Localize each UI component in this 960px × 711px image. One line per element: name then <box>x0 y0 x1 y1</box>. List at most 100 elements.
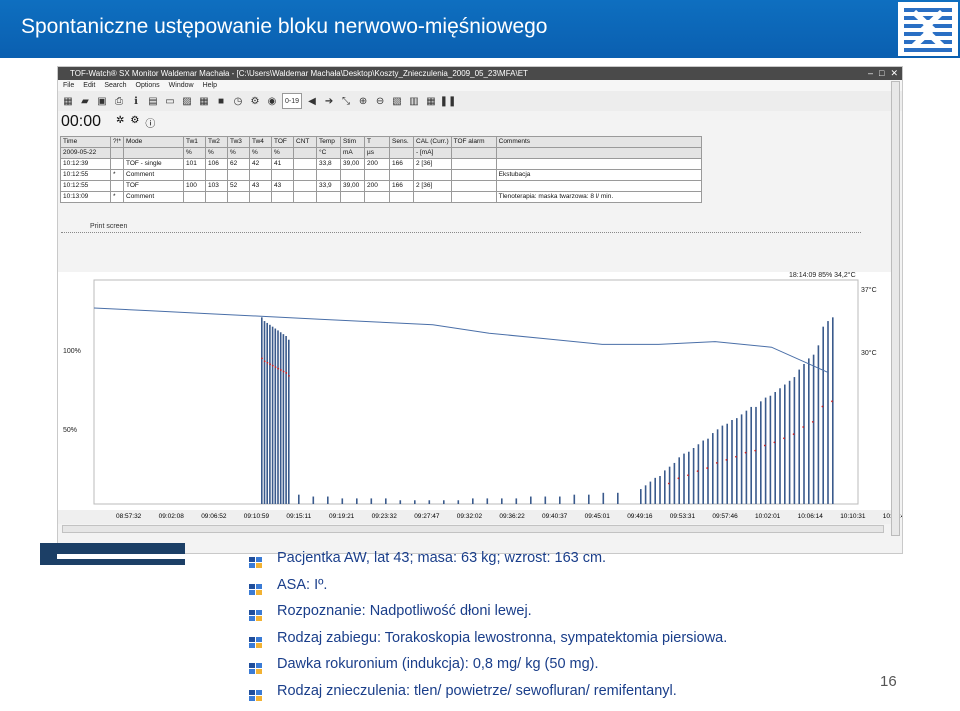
col-t[interactable]: T <box>364 136 390 148</box>
col-mode[interactable]: Mode <box>123 136 184 148</box>
maximize-icon[interactable]: □ <box>879 67 884 80</box>
clock-icon[interactable]: ◷ <box>231 94 245 108</box>
tof-ratio-point <box>821 405 824 408</box>
time-tick-label: 09:02:08 <box>158 513 184 520</box>
col-tw1[interactable]: Tw1 <box>183 136 206 148</box>
time-tick-label: 09:32:02 <box>456 513 483 520</box>
tof-bar <box>750 406 752 504</box>
bullet-icon <box>249 552 262 568</box>
print-screen-label[interactable]: Print screen <box>90 223 127 230</box>
col-cnt[interactable]: CNT <box>293 136 317 148</box>
table-row[interactable]: 10:12:39 TOF - single 101 106 62 42 41 33,8 39,0… <box>60 158 702 170</box>
minimize-icon[interactable]: – <box>868 67 873 80</box>
zoom-out-icon[interactable]: ⊖ <box>373 94 387 108</box>
col-temp[interactable]: Temp <box>316 136 341 148</box>
col-sens[interactable]: Sens. <box>389 136 414 148</box>
table-row[interactable]: 10:12:55 * Comment Ekstubacja <box>60 169 702 181</box>
info-icon[interactable]: ℹ <box>129 94 143 108</box>
temperature-line <box>93 307 829 373</box>
table-cell: 166 <box>389 180 414 192</box>
close-icon[interactable]: ✕ <box>890 67 898 80</box>
tof-bar <box>731 420 733 504</box>
bullet-item: Rozpoznanie: Nadpotliwość dłoni lewej. <box>247 598 727 625</box>
layout-icon[interactable]: ▦ <box>424 94 438 108</box>
tof-bar <box>716 429 719 504</box>
tof-bar <box>793 377 796 504</box>
col-tw2[interactable]: Tw2 <box>205 136 228 148</box>
table-cell: 62 <box>227 158 250 170</box>
tof-bar <box>472 498 474 504</box>
window-icon[interactable]: ▭ <box>163 94 177 108</box>
col-tw3[interactable]: Tw3 <box>227 136 250 148</box>
table-row[interactable]: 10:13:09 * Comment Tlenoterapia: maska twar… <box>60 191 702 203</box>
tof-bar <box>266 322 268 504</box>
table-row[interactable]: 10:12:55 TOF 100 103 52 43 43 33,9 39,00 200 166 2 … <box>60 180 702 192</box>
tof-bar <box>659 476 661 504</box>
table-icon[interactable]: ▦ <box>197 94 211 108</box>
tof-bar <box>312 496 315 504</box>
table-header-row: Time ?!* Mode Tw1 Tw2 Tw3 Tw4 TOF CNT Te… <box>60 136 702 148</box>
table-cell <box>413 191 452 203</box>
col-tw4[interactable]: Tw4 <box>249 136 272 148</box>
tof-bar <box>515 498 518 504</box>
tof-ratio-point <box>667 482 670 485</box>
table-cell: 39,00 <box>340 180 365 192</box>
tof-bar <box>812 354 815 504</box>
table-cell <box>495 180 702 192</box>
table-cell <box>110 180 124 192</box>
col-time[interactable]: Time <box>60 136 111 148</box>
table-cell: 33,9 <box>316 180 341 192</box>
gear-icon[interactable]: ⚙ <box>248 94 262 108</box>
time-tick-label: 09:10:59 <box>243 513 270 520</box>
menu-search[interactable]: Search <box>104 80 126 91</box>
menu-edit[interactable]: Edit <box>83 80 95 91</box>
image-icon[interactable]: ▧ <box>390 94 404 108</box>
calculator-icon[interactable]: ▥ <box>407 94 421 108</box>
open-folder-icon[interactable]: ▰ <box>78 94 92 108</box>
tof-bar <box>769 395 772 504</box>
col-comments[interactable]: Comments <box>495 136 702 148</box>
table-units-row: 2009-05-22 % % % % % °C mA µs - [mA] <box>60 147 702 159</box>
time-tick-label: 10:02:01 <box>755 513 781 520</box>
col-cal[interactable]: CAL (Curr.) <box>413 136 452 148</box>
col-tof[interactable]: TOF <box>271 136 294 148</box>
stop-icon[interactable]: ■ <box>214 94 228 108</box>
status-icon[interactable]: ⚙ <box>130 115 139 130</box>
horizontal-scrollbar[interactable] <box>62 525 884 533</box>
menu-help[interactable]: Help <box>203 80 217 91</box>
menu-options[interactable]: Options <box>136 80 160 91</box>
copy-icon[interactable]: ▨ <box>180 94 194 108</box>
tof-ratio-point <box>687 474 689 477</box>
settings-icon[interactable]: ✲ <box>116 115 124 130</box>
tof-ratio-point <box>744 451 747 454</box>
logo-icon <box>898 2 958 56</box>
col-flag[interactable]: ?!* <box>110 136 124 148</box>
info-circle-icon[interactable]: ⓘ <box>145 115 155 130</box>
menu-file[interactable]: File <box>63 80 74 91</box>
print-icon[interactable]: ⎙ <box>112 94 126 108</box>
zoom-in-icon[interactable]: ⊕ <box>356 94 370 108</box>
pause-icon[interactable]: ❚❚ <box>440 94 457 108</box>
tof-ratio-point <box>735 455 737 458</box>
record-icon[interactable]: ◉ <box>265 94 279 108</box>
table-cell: 39,00 <box>340 158 365 170</box>
time-tick-label: 10:06:14 <box>797 513 823 520</box>
time-tick-label: 09:23:32 <box>371 513 397 520</box>
col-stim[interactable]: Stim <box>340 136 365 148</box>
bullet-item: Pacjentka AW, lat 43; masa: 63 kg; wzros… <box>247 545 727 572</box>
tof-chart <box>93 279 859 505</box>
grid-icon[interactable]: ▦ <box>61 94 75 108</box>
bullet-text: Dawka rokuronium (indukcja): 0,8 mg/ kg … <box>277 656 599 672</box>
menu-window[interactable]: Window <box>169 80 194 91</box>
bullet-item: Rodzaj zabiegu: Torakoskopia lewostronna… <box>247 625 727 652</box>
col-tof-alarm[interactable]: TOF alarm <box>450 136 497 148</box>
resize-icon[interactable]: ⤡ <box>339 94 353 108</box>
vertical-scrollbar[interactable] <box>891 81 900 536</box>
chart-icon[interactable]: ▤ <box>146 94 160 108</box>
arrow-left-icon[interactable]: ◀ <box>305 94 319 108</box>
tof-bar <box>271 326 274 504</box>
table-cell <box>227 169 250 181</box>
arrow-right-icon[interactable]: ➔ <box>322 94 336 108</box>
tof-ratio-point <box>792 433 795 436</box>
save-icon[interactable]: ▣ <box>95 94 109 108</box>
